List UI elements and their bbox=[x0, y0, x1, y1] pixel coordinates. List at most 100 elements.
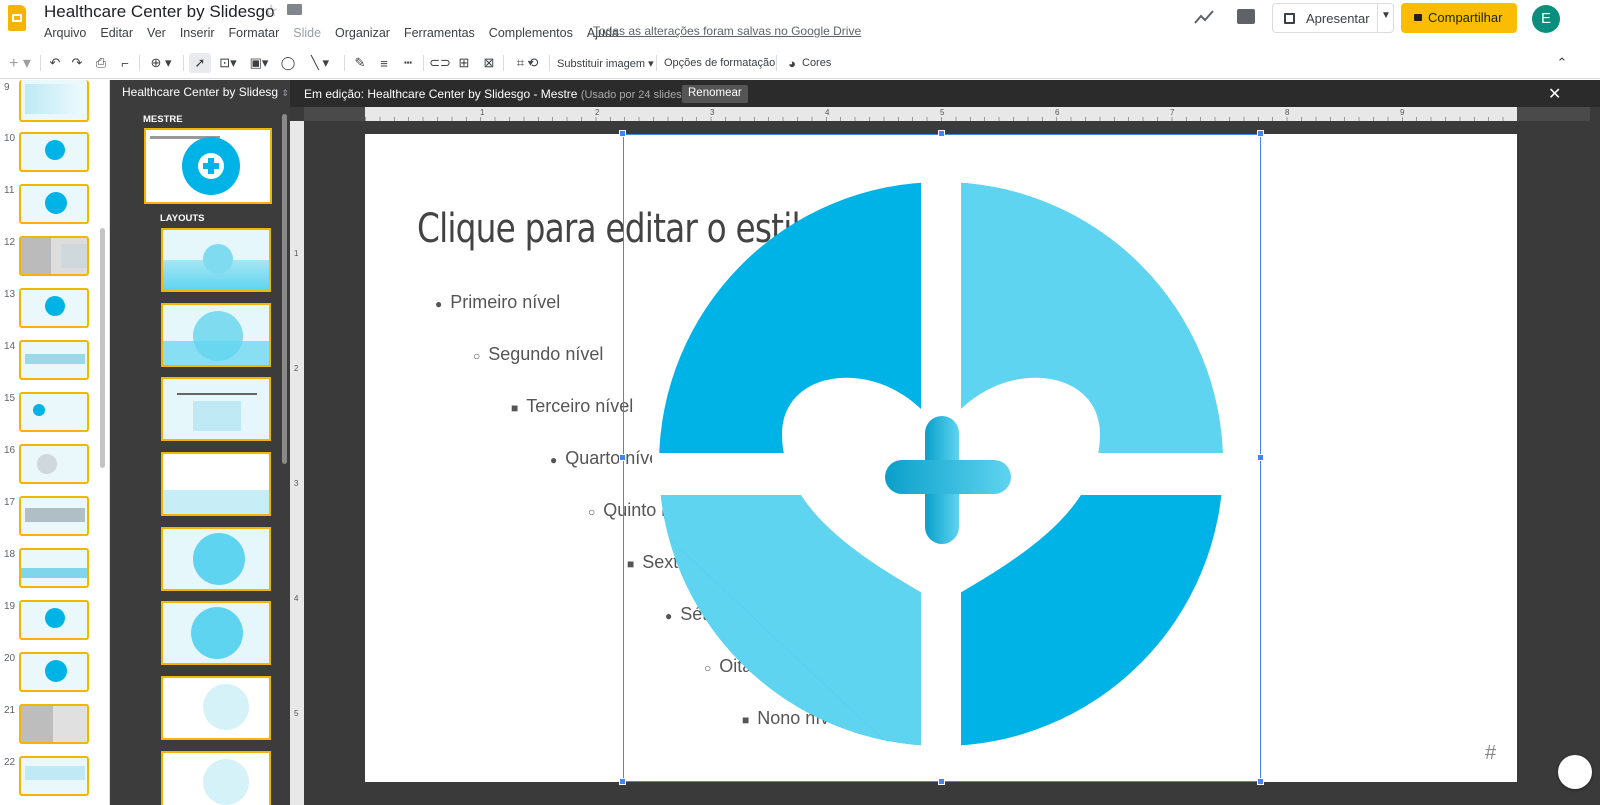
image-selection-box[interactable] bbox=[623, 134, 1261, 782]
redo-icon[interactable]: ↷ bbox=[68, 53, 86, 73]
resize-handle[interactable] bbox=[1257, 454, 1264, 461]
line-icon[interactable]: ╲ ▾ bbox=[303, 53, 337, 73]
menu-bar: Arquivo Editar Ver Inserir Formatar Slide Orga… bbox=[44, 24, 633, 42]
vertical-ruler: 1 2 3 4 5 bbox=[290, 121, 304, 805]
slide-thumb[interactable] bbox=[19, 236, 89, 276]
resize-handle[interactable] bbox=[619, 130, 626, 137]
slide-number: 9 bbox=[4, 82, 10, 93]
layout-thumb[interactable] bbox=[161, 601, 271, 665]
slide-thumb[interactable] bbox=[19, 496, 89, 536]
horizontal-ruler: 1 2 3 4 5 6 7 8 9 bbox=[304, 107, 1590, 121]
line-weight-icon[interactable]: ≡ bbox=[375, 53, 393, 73]
rename-button[interactable]: Renomear bbox=[682, 85, 748, 103]
slide-number: 18 bbox=[4, 549, 16, 560]
avatar[interactable]: E bbox=[1532, 5, 1560, 33]
menu-editar[interactable]: Editar bbox=[100, 26, 133, 40]
resize-handle[interactable] bbox=[1257, 130, 1264, 137]
image-icon[interactable]: ▣▾ bbox=[245, 53, 273, 73]
close-editing-icon[interactable]: ✕ bbox=[1548, 84, 1561, 104]
pen-icon[interactable]: ✎ bbox=[351, 53, 369, 73]
layout-thumb[interactable] bbox=[161, 377, 271, 441]
menu-formatar[interactable]: Formatar bbox=[229, 26, 280, 40]
master-thumb[interactable] bbox=[144, 128, 272, 204]
slide-thumb[interactable] bbox=[19, 184, 89, 224]
slide-number: 21 bbox=[4, 705, 16, 716]
slide-thumb[interactable] bbox=[19, 756, 89, 796]
layout-thumb[interactable] bbox=[161, 452, 271, 516]
master-layouts-panel: Healthcare Center by Slidesg ⇕ MESTRE LA… bbox=[110, 80, 290, 805]
slide-thumb[interactable] bbox=[19, 392, 89, 432]
comments-icon[interactable] bbox=[1237, 9, 1255, 24]
slide-thumb[interactable] bbox=[19, 600, 89, 640]
add-comment-icon[interactable]: ⊞ bbox=[455, 53, 473, 73]
menu-inserir[interactable]: Inserir bbox=[180, 26, 215, 40]
resize-handle[interactable] bbox=[1257, 778, 1264, 785]
menu-organizar[interactable]: Organizar bbox=[335, 26, 390, 40]
select-cursor-icon[interactable]: ➚ bbox=[189, 53, 211, 73]
resize-handle[interactable] bbox=[938, 130, 945, 137]
explore-button[interactable] bbox=[1558, 755, 1592, 789]
slide-thumb[interactable] bbox=[19, 132, 89, 172]
print-icon[interactable]: ⎙ bbox=[92, 53, 110, 73]
reset-image-icon[interactable]: ⟲ bbox=[524, 53, 542, 73]
toolbar: + ▾ ↶ ↷ ⎙ ⌐ ⊕ ▾ ➚ ⊡▾ ▣▾ ◯ ╲ ▾ ✎ ≡ ┅ ⊂⊃ ⊞… bbox=[0, 46, 1600, 79]
slide-thumb[interactable] bbox=[19, 704, 89, 744]
slide-thumb[interactable] bbox=[19, 548, 89, 588]
colors-button[interactable]: Cores bbox=[802, 57, 831, 69]
layout-thumb[interactable] bbox=[161, 303, 271, 367]
layout-thumb[interactable] bbox=[161, 228, 271, 292]
menu-complementos[interactable]: Complementos bbox=[489, 26, 573, 40]
slide-number: 22 bbox=[4, 757, 16, 768]
bullet-level-3: ■ Terceiro nível bbox=[511, 396, 634, 416]
paint-format-icon[interactable]: ⌐ bbox=[116, 53, 134, 73]
alt-text-icon[interactable]: ⊠ bbox=[480, 53, 498, 73]
new-slide-button[interactable]: + ▾ bbox=[6, 53, 34, 73]
resize-handle[interactable] bbox=[619, 454, 626, 461]
undo-icon[interactable]: ↶ bbox=[46, 53, 64, 73]
slide-thumb[interactable] bbox=[19, 444, 89, 484]
collapse-toolbar-icon[interactable]: ⌃ bbox=[1552, 53, 1572, 73]
layouts-scrollbar[interactable] bbox=[282, 114, 287, 464]
page-number-placeholder[interactable]: # bbox=[1485, 742, 1496, 765]
zoom-icon[interactable]: ⊕ ▾ bbox=[146, 53, 176, 73]
activity-trend-icon[interactable] bbox=[1193, 8, 1215, 26]
present-button[interactable]: Apresentar ▼ bbox=[1272, 3, 1394, 33]
slide-number: 19 bbox=[4, 601, 16, 612]
slide-thumb[interactable] bbox=[19, 288, 89, 328]
slide-thumb[interactable] bbox=[19, 652, 89, 692]
replace-image-button[interactable]: Substituir imagem ▾ bbox=[557, 57, 654, 70]
slide-thumb[interactable] bbox=[19, 80, 89, 122]
menu-arquivo[interactable]: Arquivo bbox=[44, 26, 86, 40]
resize-handle[interactable] bbox=[619, 778, 626, 785]
resize-handle[interactable] bbox=[938, 778, 945, 785]
slide-number: 10 bbox=[4, 133, 16, 144]
slides-logo-icon[interactable] bbox=[8, 5, 26, 31]
layout-thumb[interactable] bbox=[161, 676, 271, 740]
layout-thumb[interactable] bbox=[161, 527, 271, 591]
bullet-level-2: ○ Segundo nível bbox=[473, 344, 604, 364]
editor-area: Em edição: Healthcare Center by Slidesgo… bbox=[290, 80, 1600, 805]
menu-ver[interactable]: Ver bbox=[147, 26, 166, 40]
format-options-button[interactable]: Opções de formatação bbox=[664, 57, 775, 69]
menu-ferramentas[interactable]: Ferramentas bbox=[404, 26, 475, 40]
present-dropdown-icon[interactable]: ▼ bbox=[1381, 10, 1391, 21]
shape-icon[interactable]: ◯ bbox=[278, 53, 298, 73]
slide-number: 11 bbox=[4, 185, 15, 196]
save-status-link[interactable]: Todas as alterações foram salvas no Goog… bbox=[593, 24, 861, 38]
textbox-icon[interactable]: ⊡▾ bbox=[214, 53, 242, 73]
slide-number: 20 bbox=[4, 653, 16, 664]
menu-slide[interactable]: Slide bbox=[293, 26, 321, 40]
folder-icon[interactable] bbox=[287, 4, 302, 15]
filmstrip-scrollbar[interactable] bbox=[100, 228, 105, 468]
layout-thumb[interactable] bbox=[161, 751, 271, 805]
link-icon[interactable]: ⊂⊃ bbox=[429, 53, 451, 73]
share-button[interactable]: Compartilhar bbox=[1401, 3, 1517, 33]
star-icon[interactable]: ☆ bbox=[264, 1, 278, 21]
line-dash-icon[interactable]: ┅ bbox=[399, 53, 417, 73]
slide-thumb[interactable] bbox=[19, 340, 89, 380]
bullet-level-1: ● Primeiro nível bbox=[435, 292, 561, 312]
theme-name[interactable]: Healthcare Center by Slidesg ⇕ bbox=[122, 85, 289, 99]
top-bar: Healthcare Center by Slidesgo ☆ Arquivo E… bbox=[0, 0, 1600, 46]
master-heading: MESTRE bbox=[143, 114, 183, 125]
doc-title[interactable]: Healthcare Center by Slidesgo bbox=[44, 2, 275, 22]
